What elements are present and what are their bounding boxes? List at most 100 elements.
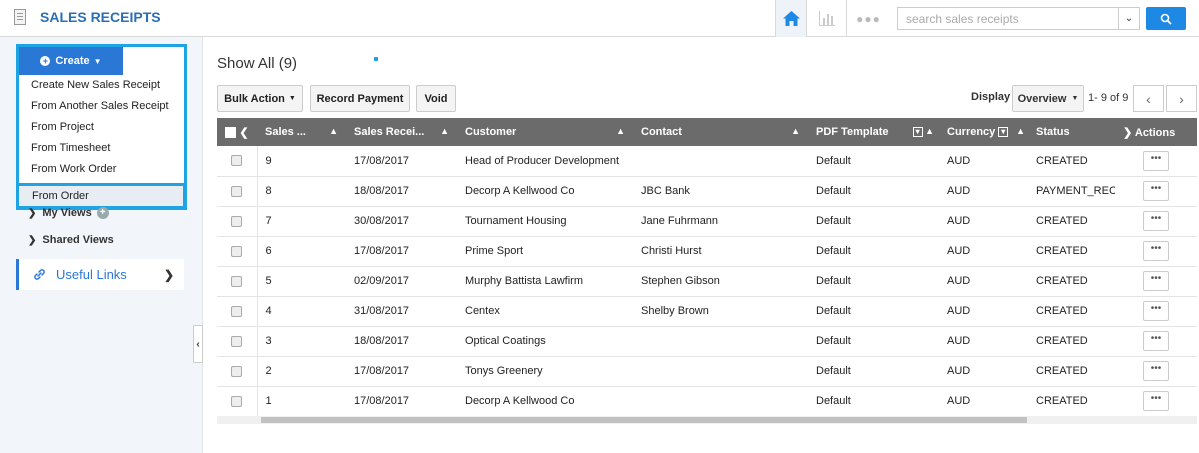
cell-pdf-template: Default — [808, 206, 939, 237]
cell-date: 17/08/2017 — [346, 356, 457, 387]
row-select-cell[interactable] — [217, 146, 257, 177]
chart-button[interactable] — [806, 0, 846, 37]
cell-date: 17/08/2017 — [346, 236, 457, 267]
bulk-action-button[interactable]: Bulk Action ▼ — [217, 85, 303, 112]
row-select-cell[interactable] — [217, 266, 257, 297]
table-row[interactable]: 9 17/08/2017 Head of Producer Development D… — [217, 146, 1197, 177]
pagination-range: 1- 9 of 9 — [1088, 92, 1129, 104]
display-select[interactable]: Overview ▼ — [1012, 85, 1084, 112]
cell-contact: Shelby Brown — [633, 296, 808, 327]
row-actions-button[interactable]: ••• — [1143, 241, 1169, 261]
row-checkbox[interactable] — [231, 305, 243, 317]
cell-customer: Centex — [457, 296, 633, 327]
search-input[interactable] — [897, 7, 1119, 30]
menu-item-from-order[interactable]: From Order — [16, 183, 186, 209]
cell-pdf-template: Default — [808, 296, 939, 327]
cell-actions: ••• — [1115, 206, 1197, 237]
table-row[interactable]: 8 18/08/2017 Decorp A Kellwood Co JBC Bank D… — [217, 176, 1197, 207]
header-sales-receipt-date[interactable]: Sales Recei... ▲ — [346, 118, 457, 146]
chevron-down-icon: ⌄ — [1124, 13, 1134, 24]
header-actions: ❯ Actions — [1115, 118, 1197, 146]
filter-icon[interactable]: ▾ — [912, 126, 923, 137]
row-actions-button[interactable]: ••• — [1143, 331, 1169, 351]
row-checkbox[interactable] — [231, 275, 243, 287]
chevron-left-icon: ❮ — [239, 126, 249, 139]
sort-icon: ▾ ▲ — [910, 126, 934, 137]
shared-views[interactable]: ❯ Shared Views — [28, 234, 114, 246]
row-actions-button[interactable]: ••• — [1143, 271, 1169, 291]
cell-contact — [633, 146, 808, 177]
header-customer[interactable]: Customer ▲ — [457, 118, 633, 146]
menu-item-create-new[interactable]: Create New Sales Receipt — [19, 75, 184, 96]
menu-item-from-project[interactable]: From Project — [19, 117, 184, 138]
menu-item-from-work-order[interactable]: From Work Order — [19, 159, 184, 180]
horizontal-scrollbar[interactable] — [217, 416, 1197, 424]
cell-customer: Decorp A Kellwood Co — [457, 176, 633, 207]
create-button[interactable]: + Create ▼ — [19, 47, 123, 75]
table-row[interactable]: 6 17/08/2017 Prime Sport Christi Hurst Defau… — [217, 236, 1197, 267]
record-payment-button[interactable]: Record Payment — [310, 85, 410, 112]
select-all-checkbox[interactable] — [225, 127, 237, 139]
header-sales-no[interactable]: Sales ... ▲ — [257, 118, 346, 146]
add-view-icon[interactable]: + — [96, 207, 109, 220]
row-checkbox[interactable] — [231, 335, 243, 347]
table-row[interactable]: 2 17/08/2017 Tonys Greenery Default AUD CREAT… — [217, 356, 1197, 387]
header-contact[interactable]: Contact ▲ — [633, 118, 808, 146]
cell-status: CREATED — [1028, 356, 1115, 387]
row-actions-button[interactable]: ••• — [1143, 150, 1169, 171]
cell-sales-no: 9 — [256, 146, 346, 177]
row-actions-button[interactable]: ••• — [1143, 391, 1169, 411]
row-select-cell[interactable] — [217, 176, 257, 207]
search-button[interactable] — [1146, 7, 1186, 30]
row-checkbox[interactable] — [231, 365, 243, 377]
cell-pdf-template: Default — [808, 236, 939, 267]
table-row[interactable]: 7 30/08/2017 Tournament Housing Jane Fuhrma… — [217, 206, 1197, 237]
more-button[interactable]: ●●● — [846, 0, 890, 37]
header-pdf-template[interactable]: PDF Template ▾ ▲ — [808, 118, 939, 146]
row-select-cell[interactable] — [217, 296, 257, 327]
header-currency[interactable]: Currency ▾ ▲ — [939, 118, 1028, 146]
cell-customer: Head of Producer Development — [457, 146, 633, 177]
filter-icon[interactable]: ▾ — [998, 127, 1009, 138]
next-page-button[interactable]: › — [1166, 85, 1197, 112]
row-select-cell[interactable] — [217, 326, 257, 357]
cell-status: CREATED — [1028, 236, 1115, 267]
row-checkbox[interactable] — [231, 155, 243, 167]
table-row[interactable]: 3 18/08/2017 Optical Coatings Default AUD CRE… — [217, 326, 1197, 357]
table-row[interactable]: 1 17/08/2017 Decorp A Kellwood Co Default AU… — [217, 386, 1197, 417]
row-actions-button[interactable]: ••• — [1143, 181, 1169, 201]
row-select-cell[interactable] — [217, 236, 257, 267]
header-status[interactable]: Status — [1028, 118, 1115, 146]
search-dropdown-button[interactable]: ⌄ — [1119, 7, 1140, 30]
collapse-sidebar-button[interactable]: ‹ — [193, 325, 203, 363]
row-checkbox[interactable] — [231, 185, 243, 197]
row-select-cell[interactable] — [217, 206, 257, 237]
row-select-cell[interactable] — [217, 386, 257, 417]
useful-links[interactable]: Useful Links ❯ — [16, 259, 184, 290]
cell-currency: AUD — [939, 146, 1028, 177]
row-checkbox[interactable] — [231, 215, 243, 227]
row-checkbox[interactable] — [231, 245, 243, 257]
cell-sales-no: 1 — [256, 386, 346, 417]
home-button[interactable] — [775, 0, 806, 37]
table-row[interactable]: 4 31/08/2017 Centex Shelby Brown Default AUD C… — [217, 296, 1197, 327]
caret-down-icon: ▼ — [288, 95, 296, 102]
cell-sales-no: 8 — [256, 176, 346, 207]
cell-contact — [633, 326, 808, 357]
scrollbar-thumb[interactable] — [261, 417, 1027, 423]
row-actions-button[interactable]: ••• — [1143, 301, 1169, 321]
row-select-cell[interactable] — [217, 356, 257, 387]
useful-links-label: Useful Links — [56, 267, 127, 282]
menu-item-from-timesheet[interactable]: From Timesheet — [19, 138, 184, 159]
row-checkbox[interactable] — [231, 395, 243, 407]
cell-currency: AUD — [939, 236, 1028, 267]
select-all-header[interactable]: ❮ — [217, 118, 257, 146]
table-row[interactable]: 5 02/09/2017 Murphy Battista Lawfirm Stephe… — [217, 266, 1197, 297]
row-actions-button[interactable]: ••• — [1143, 211, 1169, 231]
row-actions-button[interactable]: ••• — [1143, 361, 1169, 381]
caret-down-icon: ▼ — [93, 56, 102, 66]
menu-item-from-another[interactable]: From Another Sales Receipt — [19, 96, 184, 117]
prev-page-button[interactable]: ‹ — [1133, 85, 1164, 112]
my-views[interactable]: ❯ My Views + — [28, 207, 109, 220]
void-button[interactable]: Void — [416, 85, 456, 112]
